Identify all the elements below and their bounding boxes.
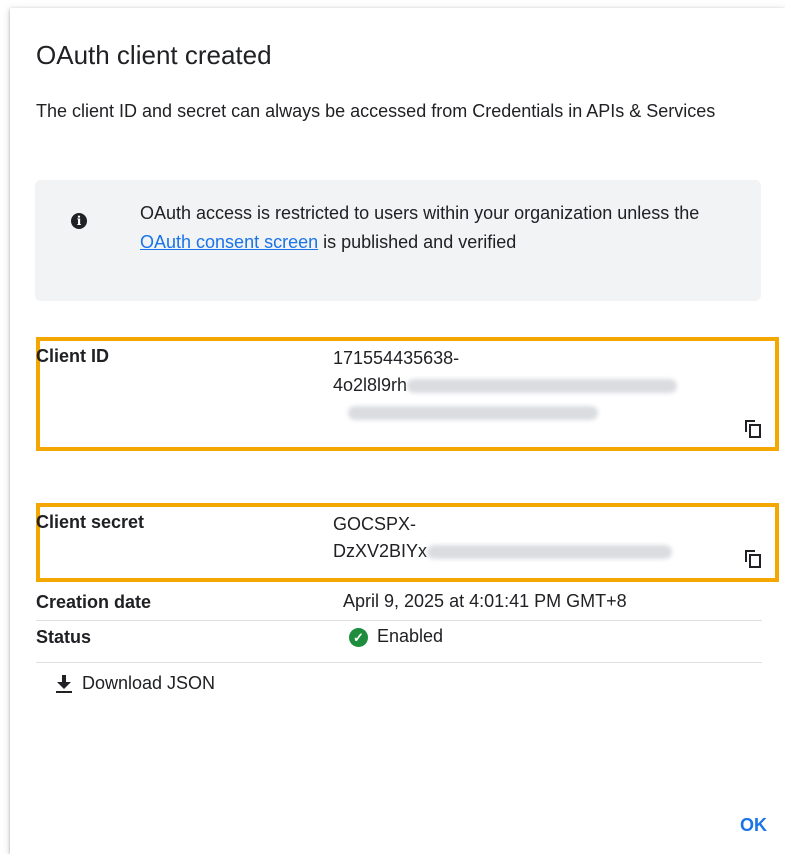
notice-text: OAuth access is restricted to users with…: [140, 203, 700, 252]
download-icon: [56, 674, 72, 693]
download-json-button[interactable]: Download JSON: [56, 673, 215, 694]
copy-client-secret-icon[interactable]: [745, 550, 761, 568]
copy-client-id-icon[interactable]: [745, 420, 761, 438]
redacted-blur: [407, 379, 678, 394]
dialog-title: OAuth client created: [36, 40, 272, 70]
oauth-notice-banner: i OAuth access is restricted to users wi…: [35, 180, 761, 301]
client-id-label: Client ID: [36, 346, 110, 366]
status-label: Status: [36, 627, 92, 647]
client-id-value: 171554435638- 4o2l8l9rh: [333, 345, 678, 426]
client-secret-label: Client secret: [36, 512, 145, 532]
divider: [36, 620, 762, 621]
dialog-description: The client ID and secret can always be a…: [36, 101, 716, 121]
info-icon: i: [71, 213, 87, 229]
divider: [36, 662, 762, 663]
creation-date-label: Creation date: [36, 592, 152, 612]
redacted-blur: [348, 406, 598, 421]
status-value: Enabled: [377, 626, 444, 646]
ok-button[interactable]: OK: [740, 815, 767, 836]
check-circle-icon: ✓: [349, 628, 368, 647]
creation-date-value: April 9, 2025 at 4:01:41 PM GMT+8: [343, 591, 627, 611]
redacted-blur: [427, 545, 673, 560]
download-json-label: Download JSON: [82, 673, 216, 693]
client-secret-value: GOCSPX- DzXV2BIYx: [333, 511, 673, 565]
oauth-consent-screen-link[interactable]: OAuth consent screen: [140, 232, 318, 252]
